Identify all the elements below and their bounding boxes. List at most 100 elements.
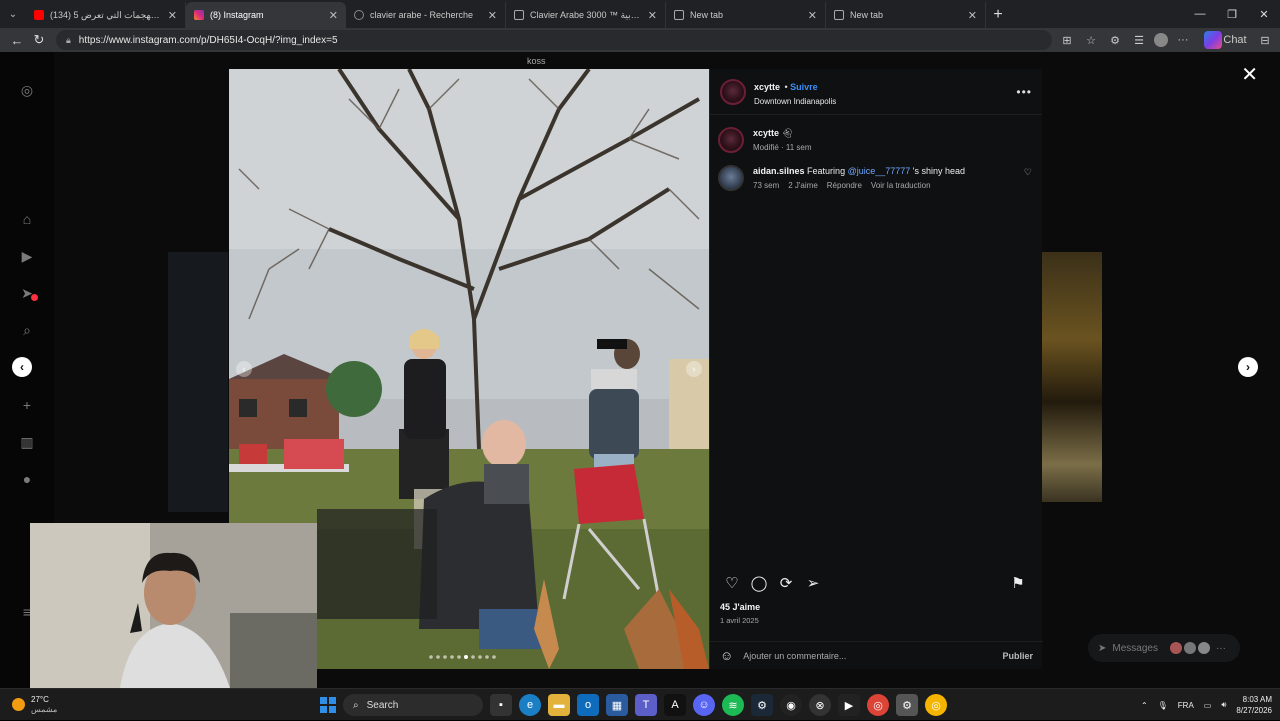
close-modal-icon[interactable]: ✕ bbox=[1241, 62, 1258, 87]
translate-button[interactable]: Voir la traduction bbox=[871, 181, 931, 190]
caption-username[interactable]: xcytte bbox=[753, 128, 779, 138]
store-icon[interactable]: ▦ bbox=[606, 694, 628, 716]
tab-youtube[interactable]: (134) 5 من أخطر الهجمات التي تعرض ✕ bbox=[26, 2, 186, 28]
comment-mention-link[interactable]: @juice__77777 bbox=[848, 166, 911, 176]
reels-icon[interactable]: ▶ bbox=[17, 246, 37, 266]
follow-button[interactable]: Suivre bbox=[790, 82, 818, 92]
task-view-icon[interactable]: ▪ bbox=[490, 694, 512, 716]
close-tab-icon[interactable]: ✕ bbox=[329, 9, 338, 22]
microphone-icon[interactable]: 🎙︎ bbox=[1158, 701, 1168, 710]
chrome-alt-icon[interactable]: ◎ bbox=[925, 694, 947, 716]
tab-new-2[interactable]: New tab ✕ bbox=[826, 2, 986, 28]
create-plus-icon[interactable]: + bbox=[17, 395, 37, 415]
new-tab-button[interactable]: + bbox=[986, 2, 1010, 28]
taskbar-search[interactable]: ⌕ Search bbox=[343, 694, 483, 716]
clock[interactable]: 8:03 AM 8/27/2026 bbox=[1236, 694, 1272, 716]
commenter-avatar[interactable] bbox=[718, 165, 744, 191]
post-location[interactable]: Downtown Indianapolis bbox=[754, 97, 1016, 106]
caption: xcytte 👻︎ Modifié · 11 sem bbox=[710, 115, 1042, 153]
photo-previous-arrow-icon[interactable]: ‹ bbox=[236, 361, 252, 377]
obs-icon[interactable]: ◉ bbox=[780, 694, 802, 716]
minimize-icon[interactable]: — bbox=[1184, 0, 1216, 28]
more-options-icon[interactable]: ••• bbox=[1016, 85, 1032, 99]
instagram-logo-icon[interactable]: ◎ bbox=[17, 80, 37, 100]
publish-button[interactable]: Publier bbox=[1002, 651, 1033, 661]
tab-instagram[interactable]: (8) Instagram ✕ bbox=[186, 2, 346, 28]
steam-icon[interactable]: ⚙ bbox=[751, 694, 773, 716]
tab-new-1[interactable]: New tab ✕ bbox=[666, 2, 826, 28]
home-icon[interactable]: ⌂ bbox=[17, 209, 37, 229]
share-send-icon[interactable]: ➢ bbox=[801, 571, 825, 595]
more-menu-icon[interactable]: ··· bbox=[1174, 31, 1192, 49]
favorites-list-icon[interactable]: ☰ bbox=[1130, 31, 1148, 49]
windows-start-icon[interactable] bbox=[320, 697, 336, 713]
maximize-icon[interactable]: ❐ bbox=[1216, 0, 1248, 28]
photo-next-arrow-icon[interactable]: › bbox=[686, 361, 702, 377]
close-tab-icon[interactable]: ✕ bbox=[168, 9, 177, 22]
comment-likes[interactable]: 2 J'aime bbox=[788, 181, 818, 190]
nvidia-icon[interactable]: A bbox=[664, 694, 686, 716]
commenter-username[interactable]: aidan.silnes bbox=[753, 166, 805, 176]
file-explorer-icon[interactable]: ▬ bbox=[548, 694, 570, 716]
new-tab-favicon-icon bbox=[674, 10, 684, 20]
caption-meta: Modifié · 11 sem bbox=[753, 143, 812, 152]
next-post-arrow-icon[interactable]: › bbox=[1238, 357, 1258, 377]
close-tab-icon[interactable]: ✕ bbox=[968, 9, 977, 22]
comment-body: aidan.silnes Featuring @juice__77777 's … bbox=[753, 165, 1024, 190]
add-comment-input[interactable]: Ajouter un commentaire... bbox=[743, 651, 1002, 661]
reply-button[interactable]: Répondre bbox=[827, 181, 862, 190]
xbox-icon[interactable]: ⊗ bbox=[809, 694, 831, 716]
tab-title: (8) Instagram bbox=[210, 10, 264, 20]
settings-icon[interactable]: ⚙ bbox=[896, 694, 918, 716]
save-bookmark-icon[interactable]: ⚑ bbox=[1006, 571, 1030, 595]
terminal-icon[interactable]: ▶ bbox=[838, 694, 860, 716]
favorite-star-icon[interactable]: ☆ bbox=[1082, 31, 1100, 49]
webcam-person-illustration bbox=[30, 523, 317, 688]
close-tab-icon[interactable]: ✕ bbox=[488, 9, 497, 22]
sidebar-toggle-icon[interactable]: ⊟ bbox=[1256, 31, 1274, 49]
search-icon[interactable]: ⌕ bbox=[17, 320, 37, 340]
chrome-icon[interactable]: ◎ bbox=[867, 694, 889, 716]
tray-chevron-icon[interactable]: ⌃ bbox=[1141, 701, 1148, 710]
likes-count[interactable]: 45 J'aime bbox=[720, 602, 760, 612]
discord-icon[interactable]: ☺ bbox=[693, 694, 715, 716]
author-avatar[interactable] bbox=[720, 78, 746, 105]
dashboard-icon[interactable]: ▥ bbox=[17, 432, 37, 452]
like-heart-icon[interactable]: ♡ bbox=[720, 571, 744, 595]
profile-icon[interactable]: ● bbox=[17, 469, 37, 489]
comment-bubble-icon[interactable]: ◯ bbox=[747, 571, 771, 595]
instagram-page: ◎ ⌂ ▶ ➤ ⌕ + ▥ ● ≡ koss ‹ › ‹ › ✕ xcytte … bbox=[0, 52, 1280, 688]
repost-icon[interactable]: ⟳ bbox=[774, 571, 798, 595]
back-arrow-icon[interactable]: ← bbox=[6, 29, 28, 51]
caption-avatar[interactable] bbox=[718, 127, 744, 153]
network-icon[interactable]: ▭ bbox=[1204, 701, 1212, 710]
comment-like-heart-icon[interactable]: ♡ bbox=[1024, 167, 1032, 178]
refresh-icon[interactable]: ↻ bbox=[28, 29, 50, 51]
close-tab-icon[interactable]: ✕ bbox=[648, 9, 657, 22]
copilot-chat-button[interactable]: Chat bbox=[1198, 31, 1250, 49]
author-username[interactable]: xcytte bbox=[754, 82, 780, 92]
tab-actions-menu-icon[interactable]: ⌄ bbox=[0, 0, 26, 28]
extensions-icon[interactable]: ⚙ bbox=[1106, 31, 1124, 49]
teams-icon[interactable]: T bbox=[635, 694, 657, 716]
weather-condition: مشمس bbox=[31, 704, 58, 714]
outlook-icon[interactable]: o bbox=[577, 694, 599, 716]
edge-icon[interactable]: e bbox=[519, 694, 541, 716]
messages-button[interactable]: ➤ Messages ··· bbox=[1088, 634, 1240, 662]
previous-post-arrow-icon[interactable]: ‹ bbox=[12, 357, 32, 377]
volume-icon[interactable]: 🔊︎ bbox=[1221, 700, 1226, 710]
youtube-favicon-icon bbox=[34, 10, 44, 20]
close-window-icon[interactable]: ✕ bbox=[1248, 0, 1280, 28]
apps-icon[interactable]: ⊞ bbox=[1058, 31, 1076, 49]
language-indicator[interactable]: FRA bbox=[1178, 701, 1194, 710]
profile-avatar-icon[interactable] bbox=[1154, 33, 1168, 47]
weather-widget[interactable]: 27°C مشمس bbox=[0, 695, 200, 715]
tab-search[interactable]: clavier arabe - Recherche ✕ bbox=[346, 2, 506, 28]
spotify-icon[interactable]: ≋ bbox=[722, 694, 744, 716]
tab-clavier[interactable]: Clavier Arabe 3000 ™ الكتابة بالعربية ✕ bbox=[506, 2, 666, 28]
emoji-icon[interactable]: ☺ bbox=[720, 648, 733, 663]
post-date: 1 avril 2025 bbox=[720, 616, 759, 625]
url-field[interactable]: 🔒︎ https://www.instagram.com/p/DH65I4-Oc… bbox=[56, 30, 1052, 50]
tab-title: Clavier Arabe 3000 ™ الكتابة بالعربية bbox=[530, 9, 642, 20]
close-tab-icon[interactable]: ✕ bbox=[808, 9, 817, 22]
